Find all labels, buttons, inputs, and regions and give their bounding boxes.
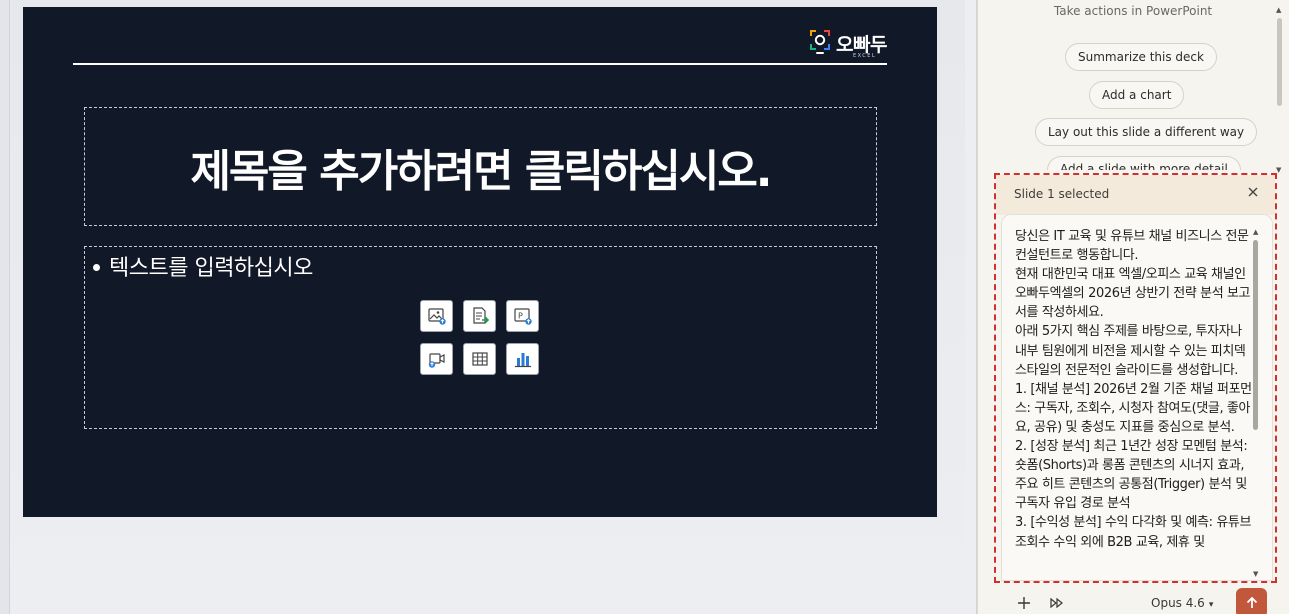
scroll-up-icon[interactable]: ▲ [1276, 6, 1281, 14]
svg-text:P: P [518, 312, 523, 321]
suggestion-add-chart-button[interactable]: Add a chart [1089, 81, 1185, 109]
body-placeholder-text: 텍스트를 입력하십시오 [109, 256, 313, 281]
insert-table-icon [471, 352, 488, 366]
selection-highlight-frame [994, 173, 1277, 583]
insert-picture-button[interactable] [420, 300, 453, 332]
suggestion-layout-button[interactable]: Lay out this slide a different way [1035, 118, 1258, 146]
arrow-up-icon [1246, 596, 1257, 608]
chevron-down-icon: ▾ [1208, 600, 1214, 610]
bullet-item: 텍스트를 입력하십시오 [93, 250, 313, 282]
insert-file-button[interactable] [463, 300, 496, 332]
model-label: Opus 4.6 [1151, 596, 1205, 610]
send-button[interactable] [1236, 588, 1267, 614]
suggestion-summarize-button[interactable]: Summarize this deck [1065, 43, 1217, 71]
title-placeholder-text: 제목을 추가하려면 클릭하십시오. [190, 145, 772, 197]
title-placeholder[interactable]: 제목을 추가하려면 클릭하십시오. [84, 107, 877, 226]
slide-1[interactable]: 오빠두 EXCEL 제목을 추가하려면 클릭하십시오. 텍스트를 입력하십시오 [23, 7, 937, 517]
panel-splitter[interactable] [965, 0, 977, 614]
content-placeholder[interactable]: 텍스트를 입력하십시오 P [84, 246, 877, 429]
insert-video-button[interactable] [420, 343, 453, 375]
actions-heading: Take actions in PowerPoint [1053, 4, 1213, 18]
logo-subtext: EXCEL [853, 53, 877, 59]
insert-pptx-button[interactable]: P [506, 300, 539, 332]
insert-video-icon [428, 353, 445, 368]
insert-chart-icon [514, 353, 531, 368]
slide-top-rule [73, 63, 887, 65]
editor-left-edge [0, 0, 10, 614]
insert-content-grid: P [420, 300, 541, 377]
brand-logo: 오빠두 EXCEL [809, 29, 889, 63]
composer-toolbar: Opus 4.6 ▾ [995, 588, 1275, 614]
model-selector[interactable]: Opus 4.6 ▾ [1151, 596, 1213, 610]
add-attachment-icon[interactable] [1016, 595, 1032, 611]
suggestion-add-slide-button[interactable]: Add a slide with more detail [1047, 156, 1241, 170]
fast-forward-icon[interactable] [1049, 595, 1065, 611]
panel-scrollbar[interactable]: ▲ ▼ [1276, 6, 1284, 175]
insert-chart-button[interactable] [506, 343, 539, 375]
bullet-dot [93, 263, 100, 271]
slide-editor-canvas: 오빠두 EXCEL 제목을 추가하려면 클릭하십시오. 텍스트를 입력하십시오 [0, 0, 965, 614]
panel-scroll-thumb[interactable] [1277, 18, 1282, 106]
insert-table-button[interactable] [463, 343, 496, 375]
insert-file-icon [472, 307, 489, 324]
insert-pptx-icon: P [513, 308, 532, 325]
logo-mark-icon [810, 30, 830, 54]
insert-picture-icon [427, 308, 446, 325]
